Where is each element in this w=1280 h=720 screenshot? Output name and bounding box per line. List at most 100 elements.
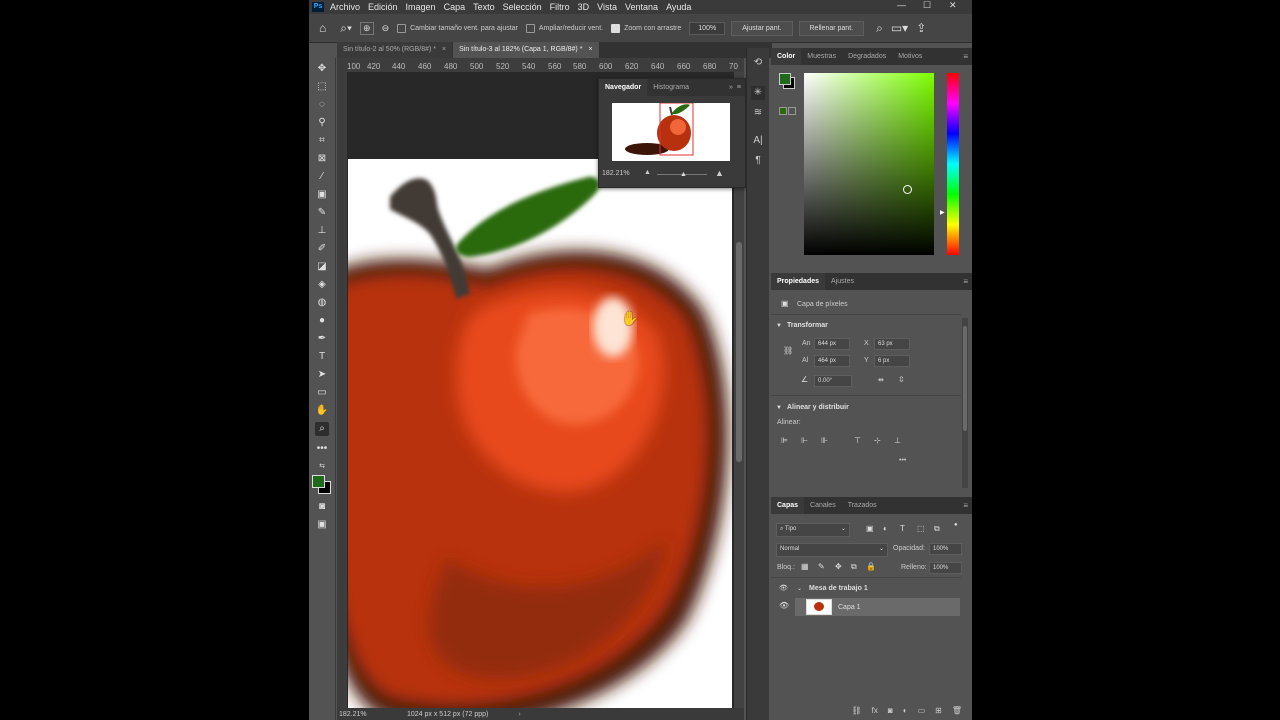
paragraph-icon[interactable]: ¶ (751, 154, 765, 168)
frame-tool-icon[interactable]: ⊠ (315, 152, 329, 166)
type-tool-icon[interactable]: T (315, 350, 329, 364)
checkbox-box[interactable] (525, 23, 535, 33)
zoom-tool-preset-icon[interactable]: ⌕▾ (340, 21, 352, 36)
scrubby-zoom-checkbox[interactable]: Zoom con arrastre (611, 23, 681, 33)
character-icon[interactable]: A| (751, 134, 765, 148)
marquee-tool-icon[interactable]: ⬚ (315, 80, 329, 94)
tab-histograma[interactable]: Histograma (647, 79, 695, 96)
fill-field[interactable]: 100% (929, 562, 962, 574)
screen-mode-icon[interactable]: ▣ (315, 518, 329, 532)
close-tab-icon[interactable]: × (588, 42, 592, 58)
paint-bucket-tool-icon[interactable]: ◈ (315, 278, 329, 292)
tab-motivos[interactable]: Motivos (892, 48, 928, 65)
panel-menu-icon[interactable]: ≡ (963, 52, 968, 61)
web-color-icon[interactable] (779, 107, 787, 115)
close-tab-icon[interactable]: × (442, 42, 446, 58)
hue-slider[interactable] (947, 73, 959, 255)
resize-windows-checkbox[interactable]: Cambiar tamaño vent. para ajustar (397, 23, 518, 33)
zoom-percent-field[interactable]: 100% (689, 21, 726, 35)
tab-canales[interactable]: Canales (804, 497, 842, 514)
lock-artboard-icon[interactable]: ⧉ (851, 562, 857, 572)
zoom-tool-icon[interactable]: ⌕ (315, 422, 329, 436)
lock-all-icon[interactable]: 🔒 (866, 562, 876, 571)
align-center-h-icon[interactable]: ⊩ (801, 436, 808, 445)
color-picker-marker[interactable] (903, 185, 912, 194)
menu-texto[interactable]: Texto (473, 2, 495, 12)
y-field[interactable]: 6 px (874, 355, 910, 367)
menu-ventana[interactable]: Ventana (625, 2, 658, 12)
menu-vista[interactable]: Vista (597, 2, 617, 12)
swap-colors-icon[interactable]: ⇆ (315, 460, 329, 474)
link-icon[interactable]: ⛓ (783, 346, 793, 355)
tab-sin-titulo-3[interactable]: Sin título-3 al 182% (Capa 1, RGB/8#) * … (453, 42, 599, 58)
collapse-panel-icon[interactable]: » (729, 84, 733, 91)
navigator-zoom-value[interactable]: 182.21% (602, 170, 630, 177)
width-field[interactable]: 644 px (814, 338, 850, 350)
eraser-tool-icon[interactable]: ◪ (315, 260, 329, 274)
layer-style-icon[interactable]: fx (872, 706, 878, 715)
maximize-button[interactable]: ☐ (923, 0, 931, 10)
brush-tool-icon[interactable]: ✎ (315, 206, 329, 220)
history-icon[interactable]: ⟲ (751, 56, 765, 70)
quick-mask-icon[interactable]: ◙ (315, 500, 329, 514)
chevron-down-icon[interactable]: ▼ (776, 405, 782, 411)
zoom-out-small-icon[interactable]: ▲ (644, 169, 651, 176)
scrollbar-thumb[interactable] (963, 326, 967, 431)
layer-group-row[interactable]: 👁 ⌄ Mesa de trabajo 1 (771, 579, 961, 597)
tab-color[interactable]: Color (771, 48, 802, 65)
menu-filtro[interactable]: Filtro (550, 2, 570, 12)
align-left-icon[interactable]: ⊫ (781, 436, 788, 445)
tab-muestras[interactable]: Muestras (801, 48, 842, 65)
quick-select-tool-icon[interactable]: ⚲ (315, 116, 329, 130)
minimize-button[interactable]: — (897, 0, 906, 10)
dodge-tool-icon[interactable]: ● (315, 314, 329, 328)
new-layer-icon[interactable]: ⊞ (935, 706, 942, 715)
move-tool-icon[interactable]: ✥ (315, 62, 329, 76)
height-field[interactable]: 464 px (814, 355, 850, 367)
rectangle-tool-icon[interactable]: ▭ (315, 386, 329, 400)
adjustment-layer-icon[interactable]: ◐ (903, 706, 908, 715)
more-tools-icon[interactable]: ••• (315, 442, 329, 456)
healing-brush-tool-icon[interactable]: ▣ (315, 188, 329, 202)
gamut-icon[interactable] (788, 107, 796, 115)
status-zoom[interactable]: 182.21% (339, 711, 399, 718)
fill-screen-button[interactable]: Rellenar pant. (798, 20, 865, 36)
more-options-icon[interactable]: ••• (899, 457, 906, 464)
opacity-field[interactable]: 100% (929, 543, 962, 555)
adjustments-icon[interactable]: ≋ (751, 106, 765, 120)
tab-capas[interactable]: Capas (771, 497, 805, 514)
properties-scrollbar[interactable] (962, 318, 968, 488)
navigator-thumbnail[interactable] (612, 103, 730, 161)
filter-adjust-icon[interactable]: ◐ (883, 524, 888, 533)
layer-filter-select[interactable]: ⌕ Tipo ⌄ (776, 523, 850, 537)
new-group-icon[interactable]: ▭ (918, 706, 926, 715)
blur-tool-icon[interactable]: ◍ (315, 296, 329, 310)
path-select-tool-icon[interactable]: ➤ (315, 368, 329, 382)
zoom-in-icon[interactable]: ⊕ (360, 21, 374, 35)
lasso-tool-icon[interactable]: ◌ (315, 98, 329, 112)
tab-ajustes[interactable]: Ajustes (825, 273, 860, 290)
history-brush-tool-icon[interactable]: ✐ (315, 242, 329, 256)
search-icon[interactable]: ⌕ (876, 21, 883, 36)
panel-menu-icon[interactable]: ≡ (963, 277, 968, 286)
workspace-icon[interactable]: ▭▾ (891, 21, 908, 35)
share-icon[interactable]: ⇪ (916, 21, 926, 35)
menu-archivo[interactable]: Archivo (330, 2, 360, 12)
hand-tool-icon[interactable]: ✋ (315, 404, 329, 418)
scrollbar-thumb[interactable] (736, 242, 742, 462)
filter-smart-icon[interactable]: ⧉ (934, 524, 940, 534)
layer-row[interactable]: Capa 1 (795, 598, 960, 616)
chevron-down-icon[interactable]: ⌄ (797, 585, 809, 592)
align-bottom-icon[interactable]: ⊥ (894, 436, 901, 445)
eye-icon[interactable]: 👁 (779, 601, 789, 610)
align-center-v-icon[interactable]: ⊹ (874, 436, 881, 445)
tab-sin-titulo-2[interactable]: Sin título-2 al 50% (RGB/8#) * × (337, 42, 453, 58)
checkbox-box[interactable] (397, 23, 407, 33)
menu-ayuda[interactable]: Ayuda (666, 2, 691, 12)
stamp-tool-icon[interactable]: ⊥ (315, 224, 329, 238)
filter-type-icon[interactable]: T (900, 524, 905, 533)
align-top-icon[interactable]: ⊤ (854, 436, 861, 445)
flip-vertical-icon[interactable]: ⇳ (898, 375, 905, 384)
eye-icon[interactable]: 👁 (779, 584, 797, 592)
flip-horizontal-icon[interactable]: ⇹ (878, 376, 884, 384)
